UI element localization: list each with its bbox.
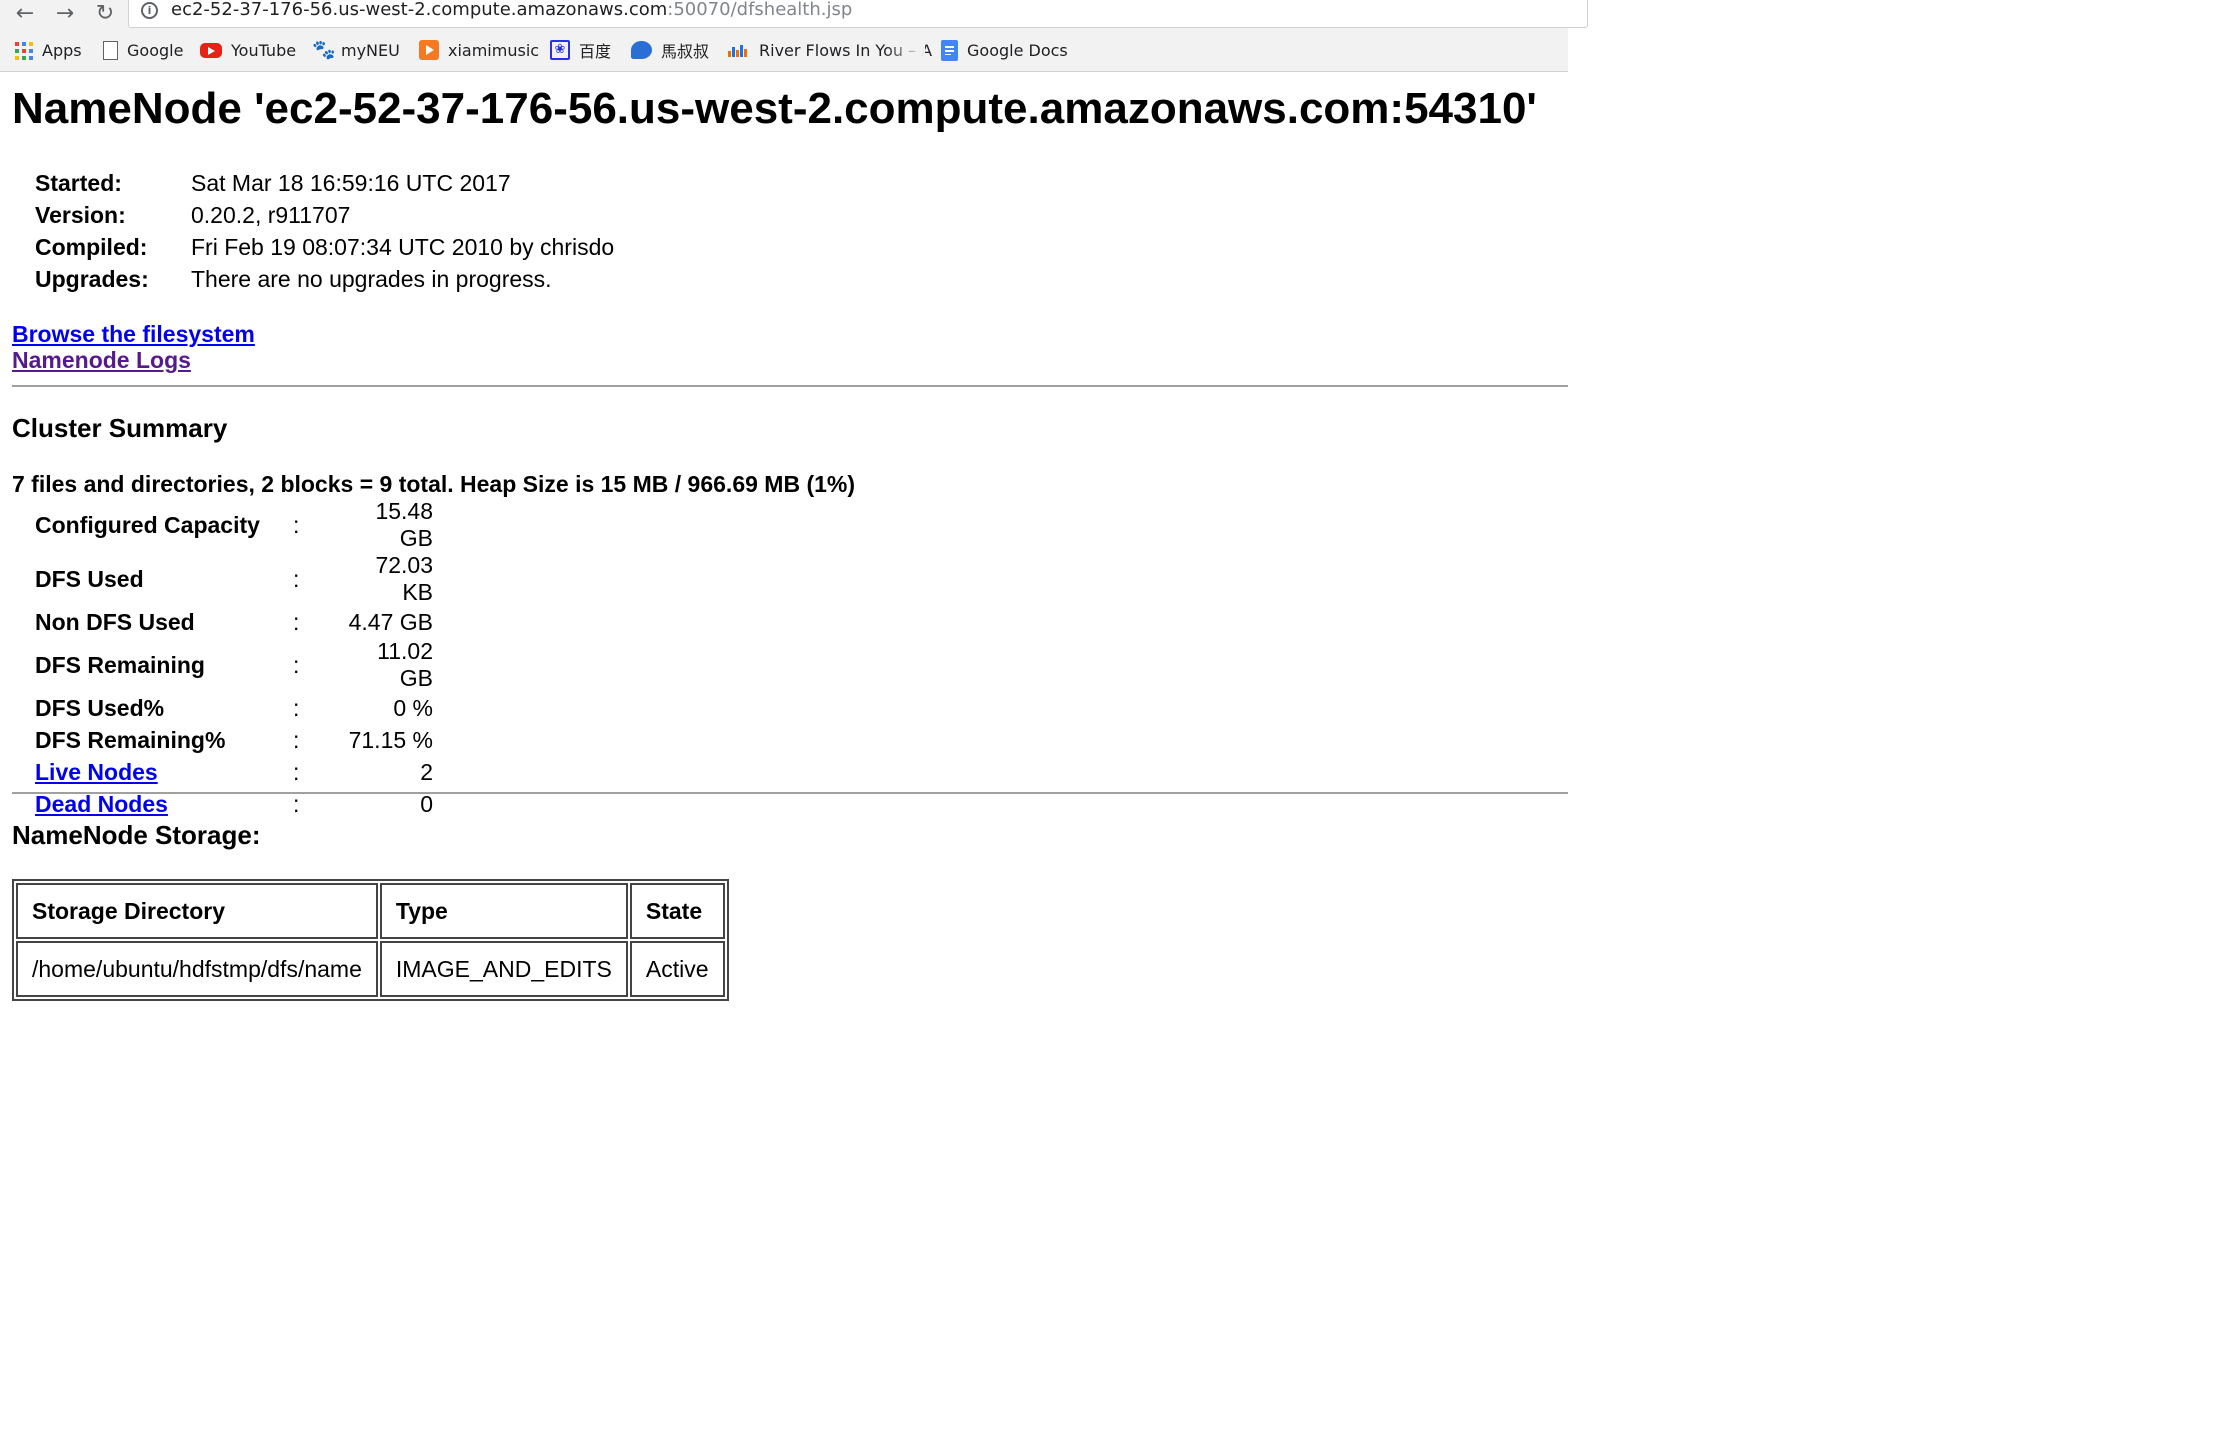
info-key: Compiled: xyxy=(35,233,148,260)
info-value: 0.20.2, r911707 xyxy=(191,201,351,228)
chat-bubble-icon xyxy=(631,41,652,59)
url-host: ec2-52-37-176-56.us-west-2.compute.amazo… xyxy=(171,0,668,20)
bookmark-google-docs[interactable]: Google Docs xyxy=(941,34,1068,66)
namenode-logs-link[interactable]: Namenode Logs xyxy=(12,347,255,373)
xiami-icon xyxy=(419,40,439,60)
bookmark-label: xiamimusic xyxy=(448,40,540,60)
divider xyxy=(12,385,1568,387)
info-row-started: Started: Sat Mar 18 16:59:16 UTC 2017 xyxy=(35,167,614,199)
bookmark-mashushu[interactable]: 馬叔叔 xyxy=(631,34,709,66)
stat-colon: : xyxy=(293,726,300,753)
bookmark-myneu[interactable]: 🐾 myNEU xyxy=(312,34,400,66)
stat-value: 0 % xyxy=(393,694,433,721)
storage-type-cell: IMAGE_AND_EDITS xyxy=(379,941,628,997)
baidu-icon: ❀ xyxy=(550,40,570,60)
namenode-storage-table: Storage Directory Type State /home/ubunt… xyxy=(12,879,729,1001)
stat-colon: : xyxy=(293,565,300,592)
stat-row-dfs-used: DFS Used : 72.03 KB xyxy=(35,552,433,606)
storage-directory-cell: /home/ubuntu/hdfstmp/dfs/name xyxy=(16,941,378,997)
dead-nodes-link[interactable]: Dead Nodes xyxy=(35,791,168,817)
cluster-stats-table: Configured Capacity : 15.48 GB DFS Used … xyxy=(35,498,433,820)
stat-label: DFS Used xyxy=(35,565,144,592)
stat-colon: : xyxy=(293,694,300,721)
live-nodes-link[interactable]: Live Nodes xyxy=(35,759,158,785)
stat-label: DFS Remaining% xyxy=(35,726,226,753)
page-content: NameNode 'ec2-52-37-176-56.us-west-2.com… xyxy=(0,71,1568,1025)
bookmark-label: Google Docs xyxy=(967,40,1068,60)
address-bar[interactable]: i ec2-52-37-176-56.us-west-2.compute.ama… xyxy=(128,0,1588,28)
column-header-type: Type xyxy=(379,883,628,939)
stat-value: 4.47 GB xyxy=(348,608,433,635)
stat-colon: : xyxy=(293,758,300,785)
stat-label-cell: Live Nodes xyxy=(35,756,293,788)
stat-value: 71.15 % xyxy=(348,726,433,753)
stat-colon: : xyxy=(293,511,300,538)
info-key: Upgrades: xyxy=(35,265,149,292)
bookmark-fade xyxy=(885,34,925,66)
stat-colon: : xyxy=(293,651,300,678)
bookmark-baidu[interactable]: ❀ 百度 xyxy=(550,34,611,66)
info-row-compiled: Compiled: Fri Feb 19 08:07:34 UTC 2010 b… xyxy=(35,231,614,263)
stat-label: DFS Remaining xyxy=(35,651,205,678)
bookmark-label: 百度 xyxy=(579,42,612,61)
bookmark-google[interactable]: Google xyxy=(103,34,183,66)
bookmark-label: YouTube xyxy=(231,40,297,60)
bookmark-youtube[interactable]: YouTube xyxy=(200,34,296,66)
stat-value: 11.02 GB xyxy=(377,638,433,691)
forward-arrow-icon[interactable]: → xyxy=(50,0,80,26)
stat-label: Non DFS Used xyxy=(35,608,195,635)
google-docs-icon xyxy=(941,39,958,61)
bookmarks-bar: Apps Google YouTube 🐾 myNEU xiamimusic ❀… xyxy=(0,34,1568,66)
bookmark-label: Apps xyxy=(42,40,82,60)
info-value: Sat Mar 18 16:59:16 UTC 2017 xyxy=(191,169,511,196)
audio-bars-icon xyxy=(728,43,750,57)
site-info-icon[interactable]: i xyxy=(141,2,158,19)
youtube-icon xyxy=(200,42,222,58)
info-key: Started: xyxy=(35,169,122,196)
stat-label: Configured Capacity xyxy=(35,511,260,538)
page-icon xyxy=(103,40,118,60)
url-text[interactable]: ec2-52-37-176-56.us-west-2.compute.amazo… xyxy=(171,0,852,20)
reload-icon[interactable]: ↻ xyxy=(90,0,120,26)
divider xyxy=(12,792,1568,794)
info-row-upgrades: Upgrades: There are no upgrades in progr… xyxy=(35,263,614,295)
apps-grid-icon xyxy=(15,41,33,60)
table-header-row: Storage Directory Type State xyxy=(16,883,725,939)
stat-value: 2 xyxy=(420,758,433,785)
namenode-storage-heading: NameNode Storage: xyxy=(12,820,261,850)
bookmark-label: Google xyxy=(127,40,184,60)
info-value: Fri Feb 19 08:07:34 UTC 2010 by chrisdo xyxy=(191,233,615,260)
browse-filesystem-link[interactable]: Browse the filesystem xyxy=(12,321,255,347)
stat-row-dfs-used-percent: DFS Used% : 0 % xyxy=(35,692,433,724)
bookmark-apps[interactable]: Apps xyxy=(15,34,82,66)
stat-row-live-nodes: Live Nodes : 2 xyxy=(35,756,433,788)
stat-row-dfs-remaining: DFS Remaining : 11.02 GB xyxy=(35,638,433,692)
stat-row-non-dfs-used: Non DFS Used : 4.47 GB xyxy=(35,606,433,638)
cluster-summary-line: 7 files and directories, 2 blocks = 9 to… xyxy=(12,471,856,497)
column-header-storage-directory: Storage Directory xyxy=(16,883,378,939)
stat-value: 72.03 KB xyxy=(375,552,433,605)
page-title: NameNode 'ec2-52-37-176-56.us-west-2.com… xyxy=(12,84,1537,133)
page-links: Browse the filesystem Namenode Logs xyxy=(12,321,255,373)
bookmark-xiamimusic[interactable]: xiamimusic xyxy=(419,34,539,66)
stat-label: DFS Used% xyxy=(35,694,165,721)
namenode-info-table: Started: Sat Mar 18 16:59:16 UTC 2017 Ve… xyxy=(35,167,614,295)
stat-row-configured-capacity: Configured Capacity : 15.48 GB xyxy=(35,498,433,552)
info-key: Version: xyxy=(35,201,126,228)
storage-state-cell: Active xyxy=(629,941,725,997)
stat-colon: : xyxy=(293,608,300,635)
paw-icon: 🐾 xyxy=(312,39,336,61)
table-row: /home/ubuntu/hdfstmp/dfs/name IMAGE_AND_… xyxy=(16,941,725,997)
stat-row-dfs-remaining-percent: DFS Remaining% : 71.15 % xyxy=(35,724,433,756)
stat-value: 15.48 GB xyxy=(375,498,433,551)
cluster-summary-heading: Cluster Summary xyxy=(12,413,228,443)
column-header-state: State xyxy=(629,883,725,939)
url-path: :50070/dfshealth.jsp xyxy=(667,0,853,20)
info-value: There are no upgrades in progress. xyxy=(191,265,552,292)
back-arrow-icon[interactable]: ← xyxy=(10,0,40,26)
info-row-version: Version: 0.20.2, r911707 xyxy=(35,199,614,231)
bookmark-label: myNEU xyxy=(341,40,400,60)
browser-chrome: ← → ↻ i ec2-52-37-176-56.us-west-2.compu… xyxy=(0,0,1588,72)
bookmark-label: 馬叔叔 xyxy=(661,42,710,61)
